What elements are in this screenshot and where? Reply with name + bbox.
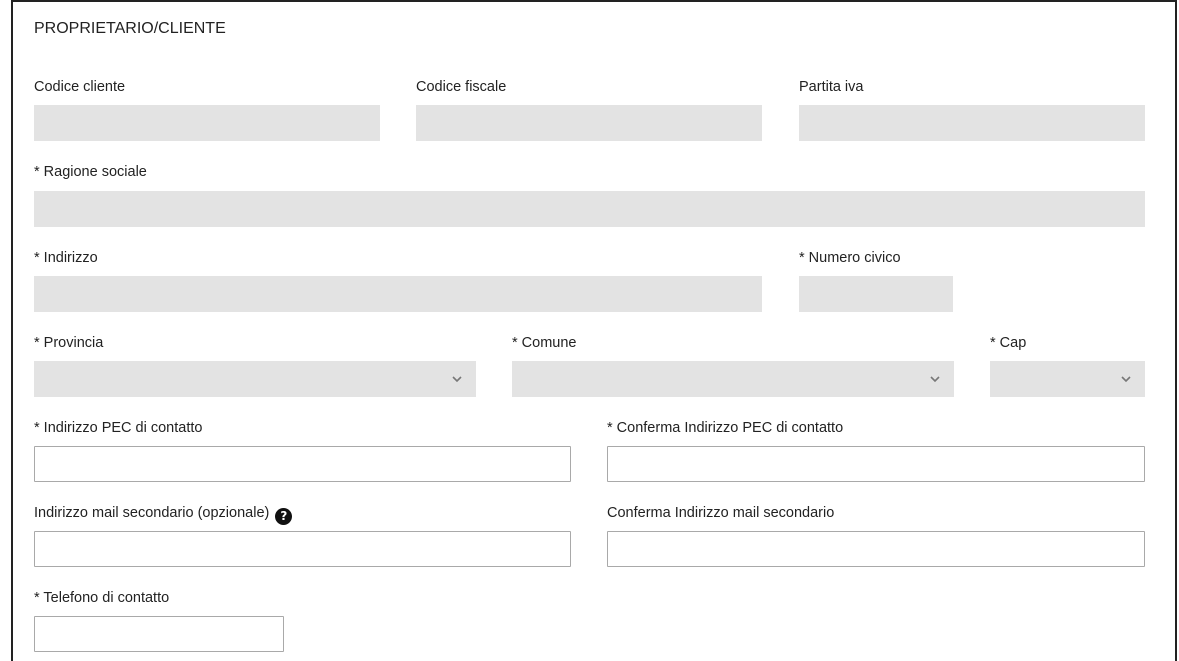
partita-iva-field	[799, 105, 1145, 141]
codice-fiscale-input	[417, 106, 761, 140]
pec-field[interactable]	[34, 446, 571, 482]
codice-cliente-input	[35, 106, 379, 140]
pec-confirm-field[interactable]	[607, 446, 1145, 482]
chevron-down-icon	[930, 376, 940, 383]
indirizzo-field	[34, 276, 762, 312]
telefono-input[interactable]	[35, 617, 283, 651]
ragione-sociale-input	[35, 192, 1144, 226]
codice-fiscale-field	[416, 105, 762, 141]
pec-input[interactable]	[35, 447, 570, 481]
provincia-label: * Provincia	[34, 335, 104, 351]
mail-secondario-confirm-label: Conferma Indirizzo mail secondario	[607, 505, 835, 521]
codice-cliente-field	[34, 105, 380, 141]
chevron-down-icon	[1121, 376, 1131, 383]
telefono-label: * Telefono di contatto	[34, 590, 170, 606]
mail-secondario-label: Indirizzo mail secondario (opzionale)	[34, 505, 270, 521]
comune-select	[512, 361, 954, 397]
ragione-sociale-label: * Ragione sociale	[34, 164, 147, 180]
provincia-select	[34, 361, 476, 397]
mail-secondario-confirm-field[interactable]	[607, 531, 1145, 567]
partita-iva-input	[800, 106, 1144, 140]
cap-label: * Cap	[990, 335, 1027, 351]
partita-iva-label: Partita iva	[799, 79, 864, 95]
form-panel: PROPRIETARIO/CLIENTE Codice cliente Codi…	[11, 0, 1177, 661]
question-circle-icon[interactable]: ?	[275, 508, 293, 525]
pec-confirm-input[interactable]	[608, 447, 1144, 481]
indirizzo-input	[35, 277, 761, 311]
mail-secondario-confirm-input[interactable]	[608, 532, 1144, 566]
comune-label: * Comune	[512, 335, 577, 351]
telefono-field[interactable]	[34, 616, 284, 652]
section-title: PROPRIETARIO/CLIENTE	[34, 20, 226, 37]
codice-cliente-label: Codice cliente	[34, 79, 126, 95]
pec-confirm-label: * Conferma Indirizzo PEC di contatto	[607, 420, 844, 436]
numero-civico-label: * Numero civico	[799, 250, 901, 266]
numero-civico-field	[799, 276, 953, 312]
codice-fiscale-label: Codice fiscale	[416, 79, 507, 95]
mail-secondario-label-row: Indirizzo mail secondario (opzionale)?	[34, 505, 293, 525]
pec-label: * Indirizzo PEC di contatto	[34, 420, 203, 436]
mail-secondario-field[interactable]	[34, 531, 571, 567]
cap-select	[990, 361, 1145, 397]
chevron-down-icon	[452, 376, 462, 383]
indirizzo-label: * Indirizzo	[34, 250, 98, 266]
mail-secondario-input[interactable]	[35, 532, 570, 566]
ragione-sociale-field	[34, 191, 1145, 227]
numero-civico-input	[800, 277, 952, 311]
